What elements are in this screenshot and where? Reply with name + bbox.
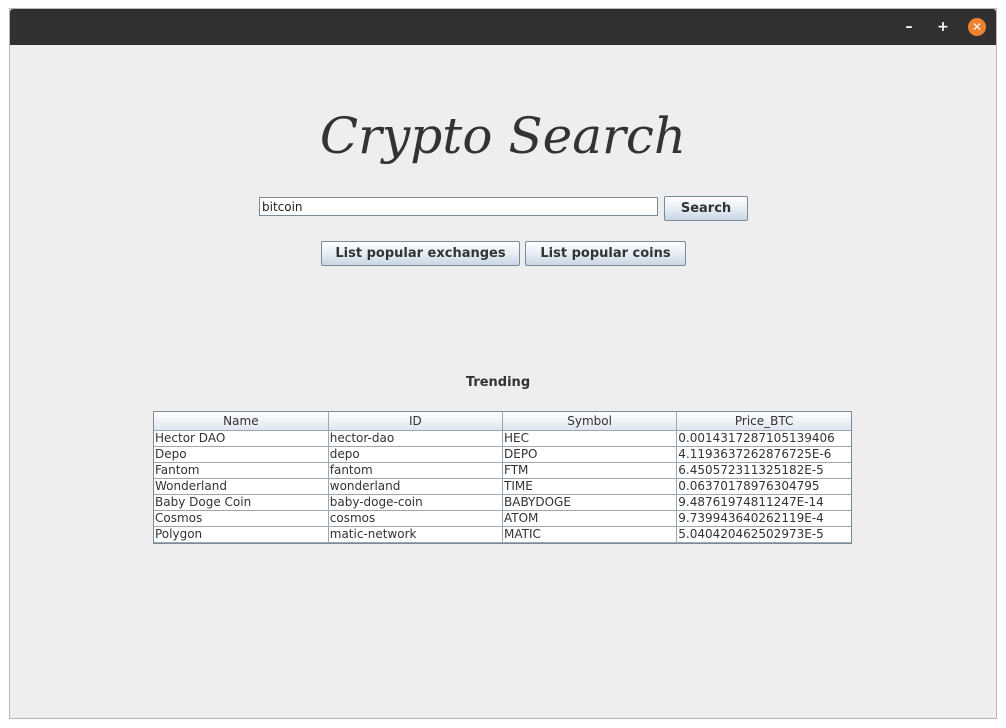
list-exchanges-button[interactable]: List popular exchanges <box>321 241 520 266</box>
cell-name: Depo <box>154 446 329 463</box>
cell-id: depo <box>328 446 504 463</box>
cell-symbol: MATIC <box>502 526 678 543</box>
cell-price: 0.0014317287105139406 <box>676 430 851 447</box>
search-input[interactable] <box>259 197 658 216</box>
table-row[interactable]: Depo depo DEPO 4.1193637262876725E-6 <box>154 446 851 463</box>
cell-id: matic-network <box>328 526 504 543</box>
table-row[interactable]: Polygon matic-network MATIC 5.0404204625… <box>154 526 851 543</box>
minimize-button[interactable]: – <box>900 18 918 36</box>
cell-id: baby-doge-coin <box>328 494 504 511</box>
cell-price: 9.739943640262119E-4 <box>676 510 851 527</box>
cell-name: Fantom <box>154 462 329 479</box>
app-window: – + ✕ Crypto Search Search List popular … <box>9 8 997 719</box>
cell-price: 5.040420462502973E-5 <box>676 526 851 543</box>
cell-symbol: BABYDOGE <box>502 494 678 511</box>
column-header-id[interactable]: ID <box>328 412 504 431</box>
cell-price: 0.06370178976304795 <box>676 478 851 495</box>
table-row[interactable]: Hector DAO hector-dao HEC 0.001431728710… <box>154 430 851 447</box>
search-button[interactable]: Search <box>664 196 748 221</box>
cell-id: cosmos <box>328 510 504 527</box>
cell-price: 9.48761974811247E-14 <box>676 494 851 511</box>
table-row[interactable]: Baby Doge Coin baby-doge-coin BABYDOGE 9… <box>154 494 851 511</box>
list-coins-button[interactable]: List popular coins <box>525 241 686 266</box>
maximize-button[interactable]: + <box>934 18 952 36</box>
cell-name: Cosmos <box>154 510 329 527</box>
cell-name: Hector DAO <box>154 430 329 447</box>
cell-price: 4.1193637262876725E-6 <box>676 446 851 463</box>
trending-table[interactable]: Name ID Symbol Price_BTC Hector DAO hect… <box>153 411 852 544</box>
cell-id: wonderland <box>328 478 504 495</box>
column-header-symbol[interactable]: Symbol <box>502 412 678 431</box>
cell-symbol: FTM <box>502 462 678 479</box>
cell-symbol: DEPO <box>502 446 678 463</box>
trending-heading: Trending <box>465 375 531 390</box>
table-row[interactable]: Wonderland wonderland TIME 0.06370178976… <box>154 478 851 495</box>
cell-name: Wonderland <box>154 478 329 495</box>
cell-id: fantom <box>328 462 504 479</box>
cell-price: 6.450572311325182E-5 <box>676 462 851 479</box>
main-content: Crypto Search Search List popular exchan… <box>10 45 996 718</box>
cell-name: Polygon <box>154 526 329 543</box>
table-header-row: Name ID Symbol Price_BTC <box>154 412 851 431</box>
table-row[interactable]: Fantom fantom FTM 6.450572311325182E-5 <box>154 462 851 479</box>
app-title: Crypto Search <box>319 107 687 165</box>
table-row[interactable]: Cosmos cosmos ATOM 9.739943640262119E-4 <box>154 510 851 527</box>
cell-name: Baby Doge Coin <box>154 494 329 511</box>
cell-symbol: TIME <box>502 478 678 495</box>
close-button[interactable]: ✕ <box>968 18 986 36</box>
cell-id: hector-dao <box>328 430 504 447</box>
title-bar: – + ✕ <box>10 9 996 45</box>
cell-symbol: ATOM <box>502 510 678 527</box>
column-header-price-btc[interactable]: Price_BTC <box>676 412 851 431</box>
column-header-name[interactable]: Name <box>154 412 329 431</box>
cell-symbol: HEC <box>502 430 678 447</box>
